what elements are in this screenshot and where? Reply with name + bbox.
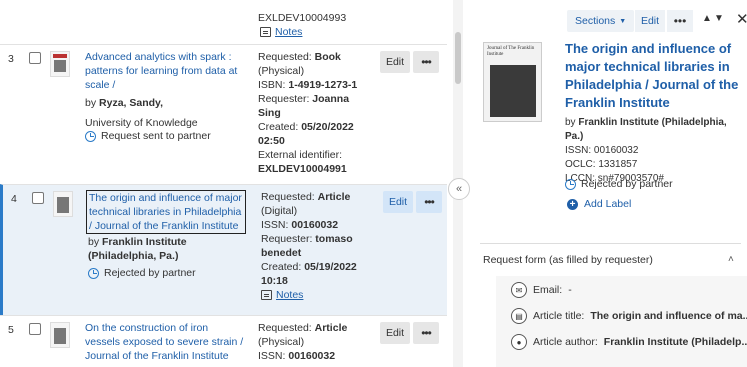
double-chevron-left-icon: « (455, 183, 463, 195)
more-actions-button[interactable]: ••• (413, 322, 439, 344)
more-actions-button[interactable]: ••• (413, 51, 439, 73)
item-author: by Ryza, Sandy, (85, 97, 164, 109)
table-row[interactable]: 3 Advanced analytics with spark : patter… (0, 44, 447, 184)
divider (480, 243, 741, 244)
detail-toolbar: Sections ▼ Edit ••• ▲ ▼ ✕ (466, 8, 747, 32)
request-details: Requested: Article (Physical) ISSN: 0016… (258, 322, 348, 362)
cover-thumbnail (50, 51, 70, 77)
item-title-link[interactable]: Advanced analytics with spark : patterns… (85, 50, 245, 92)
item-author: by Franklin Institute (Philadelphia, Pa.… (88, 236, 187, 262)
previous-arrow-icon[interactable]: ▲ (702, 13, 712, 24)
scrollbar-thumb[interactable] (455, 32, 461, 84)
item-title-link[interactable]: The origin and influence of major techni… (86, 190, 246, 234)
book-icon: ▤ (511, 308, 527, 324)
sections-dropdown[interactable]: Sections ▼ (567, 10, 635, 32)
row-number: 5 (8, 324, 14, 336)
article-author-field: ● Article author: Franklin Institute (Ph… (511, 334, 747, 350)
status-badge: Request sent to partner (85, 130, 211, 142)
edit-button[interactable]: Edit (380, 51, 410, 73)
edit-button[interactable]: Edit (380, 322, 410, 344)
next-arrow-icon[interactable]: ▼ (714, 13, 724, 24)
add-label-button[interactable]: + Add Label (567, 198, 631, 210)
detail-pane: Sections ▼ Edit ••• ▲ ▼ ✕ Journal of The… (466, 0, 747, 367)
row-number: 3 (8, 53, 14, 65)
close-icon[interactable]: ✕ (736, 10, 747, 28)
status-badge: Rejected by partner (565, 178, 673, 190)
plus-icon: + (567, 198, 578, 210)
edit-button[interactable]: Edit (635, 10, 665, 32)
cover-image: Journal of The Franklin Institute (483, 42, 542, 122)
table-row-selected[interactable]: 4 The origin and influence of major tech… (0, 184, 447, 315)
note-icon (260, 27, 271, 37)
item-publisher: University of Knowledge (85, 117, 198, 129)
note-icon (261, 290, 272, 300)
more-actions-button[interactable]: ••• (667, 10, 693, 32)
collapse-pane-button[interactable]: « (448, 178, 470, 200)
external-identifier: EXLDEV10004993 (258, 12, 347, 24)
clock-icon (88, 267, 99, 279)
cover-thumbnail (50, 322, 70, 348)
notes-link[interactable]: Notes (261, 288, 376, 302)
clock-icon (565, 178, 576, 190)
person-icon: ● (511, 334, 527, 350)
request-form-header[interactable]: Request form (as filled by requester) (483, 254, 653, 266)
list-item-partial: EXLDEV10004993 Notes (0, 0, 447, 44)
row-checkbox[interactable] (32, 192, 44, 204)
row-number: 4 (11, 193, 17, 205)
more-actions-button[interactable]: ••• (416, 191, 442, 213)
edit-button[interactable]: Edit (383, 191, 413, 213)
email-field: ✉ Email: - (511, 282, 572, 298)
request-list: EXLDEV10004993 Notes 3 Advanced analytic… (0, 0, 447, 367)
request-details: Requested: Book (Physical) ISBN: 1-4919-… (258, 51, 358, 175)
email-icon: ✉ (511, 282, 527, 298)
caret-down-icon: ▼ (619, 17, 627, 25)
article-title-field: ▤ Article title: The origin and influenc… (511, 308, 747, 324)
table-row[interactable]: 5 On the construction of iron vessels ex… (0, 315, 447, 367)
detail-title: The origin and influence of major techni… (565, 41, 739, 110)
item-title-link[interactable]: On the construction of iron vessels expo… (85, 321, 245, 363)
request-details: Requested: Article (Digital) ISSN: 00160… (261, 190, 376, 302)
chevron-up-icon[interactable]: ˄ (728, 254, 734, 265)
row-checkbox[interactable] (29, 323, 41, 335)
status-badge: Rejected by partner (88, 267, 196, 279)
detail-metadata: by Franklin Institute (Philadelphia, Pa.… (565, 117, 727, 184)
clock-icon (85, 130, 96, 142)
request-form-panel: ✉ Email: - ▤ Article title: The origin a… (496, 276, 747, 367)
cover-thumbnail (53, 191, 73, 217)
notes-link[interactable]: Notes (260, 26, 302, 38)
row-checkbox[interactable] (29, 52, 41, 64)
